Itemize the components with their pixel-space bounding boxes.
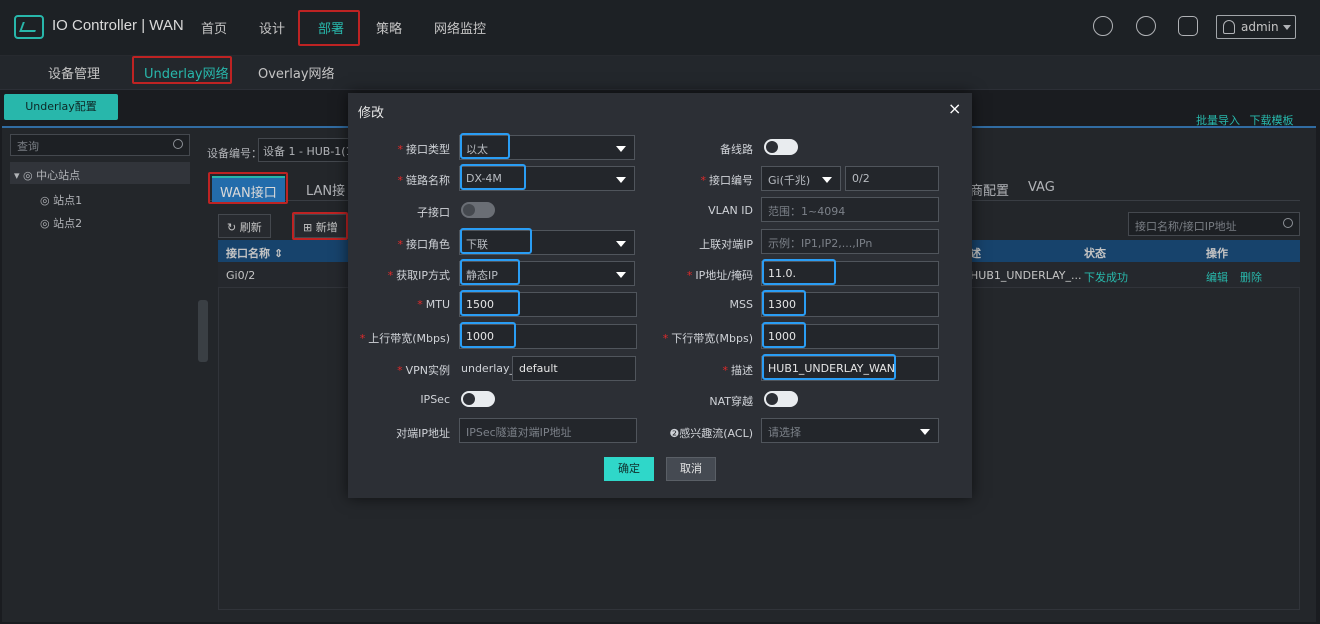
sub-iface-toggle[interactable] bbox=[461, 202, 495, 218]
label-down-bw-text: 下行带宽(Mbps) bbox=[671, 332, 753, 345]
ipsec-toggle[interactable] bbox=[461, 391, 495, 407]
label-mtu-text: MTU bbox=[425, 298, 450, 311]
highlight-link-name bbox=[460, 164, 526, 190]
close-icon[interactable]: × bbox=[948, 99, 961, 118]
label-up-bw: * 上行带宽(Mbps) bbox=[359, 332, 450, 345]
highlight-ip-method bbox=[460, 259, 520, 285]
acl-placeholder: 请选择 bbox=[768, 426, 801, 439]
chevron-down-icon bbox=[616, 177, 626, 183]
chevron-down-icon bbox=[920, 429, 930, 435]
iface-no-type-select[interactable]: Gi(千兆) bbox=[761, 166, 841, 191]
peer-ip-input[interactable]: 示例：IP1,IP2,...,IPn bbox=[761, 229, 939, 254]
chevron-down-icon bbox=[616, 146, 626, 152]
confirm-button[interactable]: 确定 bbox=[604, 457, 654, 481]
label-iface-no: * 接口编号 bbox=[700, 174, 754, 187]
highlight-mtu bbox=[460, 290, 520, 316]
label-ip-mask-text: IP地址/掩码 bbox=[695, 269, 753, 282]
chevron-down-icon bbox=[616, 272, 626, 278]
backup-line-toggle[interactable] bbox=[764, 139, 798, 155]
label-role-text: 接口角色 bbox=[406, 238, 450, 251]
label-desc: * 描述 bbox=[722, 364, 754, 377]
label-mtu: * MTU bbox=[417, 298, 450, 311]
label-acl: ❷感兴趣流(ACL) bbox=[653, 425, 753, 441]
highlight-down-bw bbox=[762, 322, 806, 348]
highlight-up-bw bbox=[460, 322, 516, 348]
label-vpn-text: VPN实例 bbox=[405, 364, 450, 377]
label-vlan: VLAN ID bbox=[708, 204, 753, 217]
highlight-mss bbox=[762, 290, 806, 316]
label-up-bw-text: 上行带宽(Mbps) bbox=[368, 332, 450, 345]
vpn-prefix: underlay_ bbox=[461, 362, 516, 375]
edit-modal: 修改 × * 接口类型 以太 备线路 * 链路名称 DX-4M * 接口编号 Gi(千… bbox=[348, 93, 972, 498]
label-mss: MSS bbox=[729, 298, 753, 311]
label-ipsec: IPSec bbox=[420, 393, 450, 406]
label-iface-type: * 接口类型 bbox=[397, 143, 451, 156]
help-icon[interactable]: ❷ bbox=[669, 427, 679, 440]
label-down-bw: * 下行带宽(Mbps) bbox=[662, 332, 753, 345]
label-ip-mask: * IP地址/掩码 bbox=[686, 269, 753, 282]
iface-no-type-value: Gi(千兆) bbox=[768, 174, 811, 187]
peer-addr-input[interactable]: IPSec隧道对端IP地址 bbox=[459, 418, 637, 443]
highlight-desc bbox=[762, 354, 896, 380]
modal-title: 修改 bbox=[358, 106, 385, 121]
label-ip-method-text: 获取IP方式 bbox=[396, 269, 450, 282]
vpn-input[interactable]: default bbox=[512, 356, 636, 381]
nat-toggle[interactable] bbox=[764, 391, 798, 407]
label-acl-text: 感兴趣流(ACL) bbox=[679, 427, 753, 440]
label-vpn: * VPN实例 bbox=[397, 364, 450, 377]
label-ip-method: * 获取IP方式 bbox=[387, 269, 450, 282]
label-sub-iface: 子接口 bbox=[417, 206, 450, 219]
label-peer-addr: 对端IP地址 bbox=[396, 427, 450, 440]
label-nat: NAT穿越 bbox=[709, 395, 753, 408]
chevron-down-icon bbox=[822, 177, 832, 183]
label-iface-no-text: 接口编号 bbox=[709, 174, 753, 187]
label-link-name: * 链路名称 bbox=[397, 174, 451, 187]
label-backup-line: 备线路 bbox=[720, 143, 753, 156]
cancel-button[interactable]: 取消 bbox=[666, 457, 716, 481]
acl-select[interactable]: 请选择 bbox=[761, 418, 939, 443]
label-role: * 接口角色 bbox=[397, 238, 451, 251]
highlight-role bbox=[460, 228, 532, 254]
highlight-ip-mask bbox=[762, 259, 836, 285]
chevron-down-icon bbox=[616, 241, 626, 247]
highlight-iface-type bbox=[460, 133, 510, 159]
iface-no-input[interactable]: 0/2 bbox=[845, 166, 939, 191]
label-iface-type-text: 接口类型 bbox=[406, 143, 450, 156]
label-peer-ip: 上联对端IP bbox=[699, 238, 753, 251]
vlan-input[interactable]: 范围：1~4094 bbox=[761, 197, 939, 222]
label-link-name-text: 链路名称 bbox=[406, 174, 450, 187]
label-desc-text: 描述 bbox=[731, 364, 753, 377]
